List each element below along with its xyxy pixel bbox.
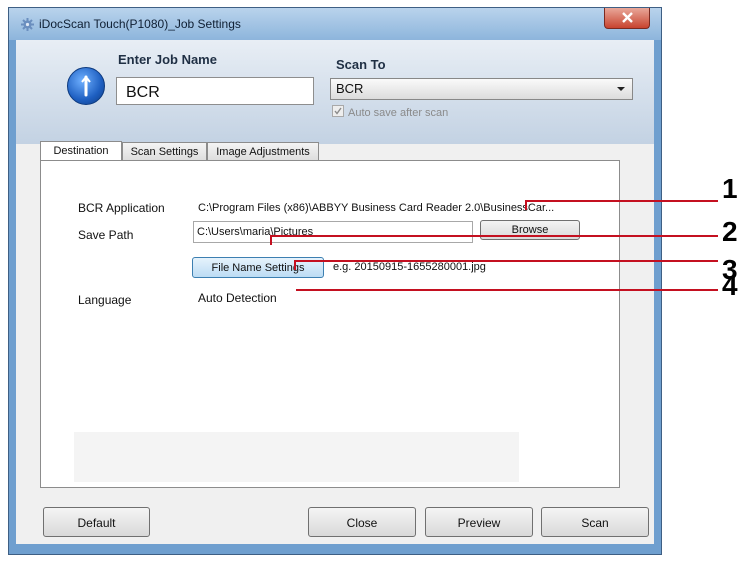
auto-save-label: Auto save after scan	[348, 107, 449, 119]
callout-line-3	[294, 260, 718, 262]
callout-number-2: 2	[722, 216, 738, 247]
window-title: iDocScan Touch(P1080)_Job Settings	[39, 17, 241, 31]
bcr-application-path: C:\Program Files (x86)\ABBYY Business Ca…	[198, 202, 555, 214]
callout-line-2	[270, 235, 718, 237]
browse-button[interactable]: Browse	[480, 220, 580, 240]
description-area	[74, 432, 519, 482]
checkbox-checked-icon	[332, 105, 344, 117]
scan-to-select[interactable]: BCR	[330, 78, 633, 100]
chevron-down-icon	[617, 87, 625, 91]
tab-destination[interactable]: Destination	[40, 141, 122, 161]
tab-scan-settings[interactable]: Scan Settings	[122, 142, 207, 160]
callout-number-4: 4	[722, 270, 738, 301]
enter-job-name-label: Enter Job Name	[118, 52, 217, 67]
destination-panel: BCR Application C:\Program Files (x86)\A…	[40, 160, 620, 488]
close-icon	[622, 12, 633, 23]
job-header: Enter Job Name BCR Scan To BCR Auto save…	[16, 40, 654, 144]
callout-number-1: 1	[722, 173, 738, 204]
default-button[interactable]: Default	[43, 507, 150, 537]
job-name-input[interactable]: BCR	[116, 77, 314, 105]
window-close-button[interactable]	[604, 8, 650, 29]
callout-tick-1	[525, 200, 527, 210]
language-value: Auto Detection	[198, 291, 277, 305]
file-name-example: e.g. 20150915-1655280001.jpg	[333, 261, 486, 273]
language-label: Language	[78, 293, 132, 307]
auto-save-checkbox[interactable]: Auto save after scan	[332, 105, 448, 119]
callout-line-1	[525, 200, 718, 202]
scan-to-label: Scan To	[336, 57, 386, 72]
tab-image-adjustments[interactable]: Image Adjustments	[207, 142, 319, 160]
close-button[interactable]: Close	[308, 507, 416, 537]
bcr-application-label: BCR Application	[78, 201, 165, 215]
scan-to-value: BCR	[336, 81, 364, 96]
callout-tick-3	[294, 260, 296, 270]
gear-icon	[21, 18, 34, 31]
job-info-icon	[67, 67, 105, 105]
save-path-label: Save Path	[78, 228, 134, 242]
save-path-input[interactable]: C:\Users\maria\Pictures	[193, 221, 473, 243]
callout-line-4	[296, 289, 718, 291]
title-bar[interactable]: iDocScan Touch(P1080)_Job Settings	[9, 8, 661, 40]
callout-tick-2	[270, 235, 272, 245]
scan-button[interactable]: Scan	[541, 507, 649, 537]
preview-button[interactable]: Preview	[425, 507, 533, 537]
